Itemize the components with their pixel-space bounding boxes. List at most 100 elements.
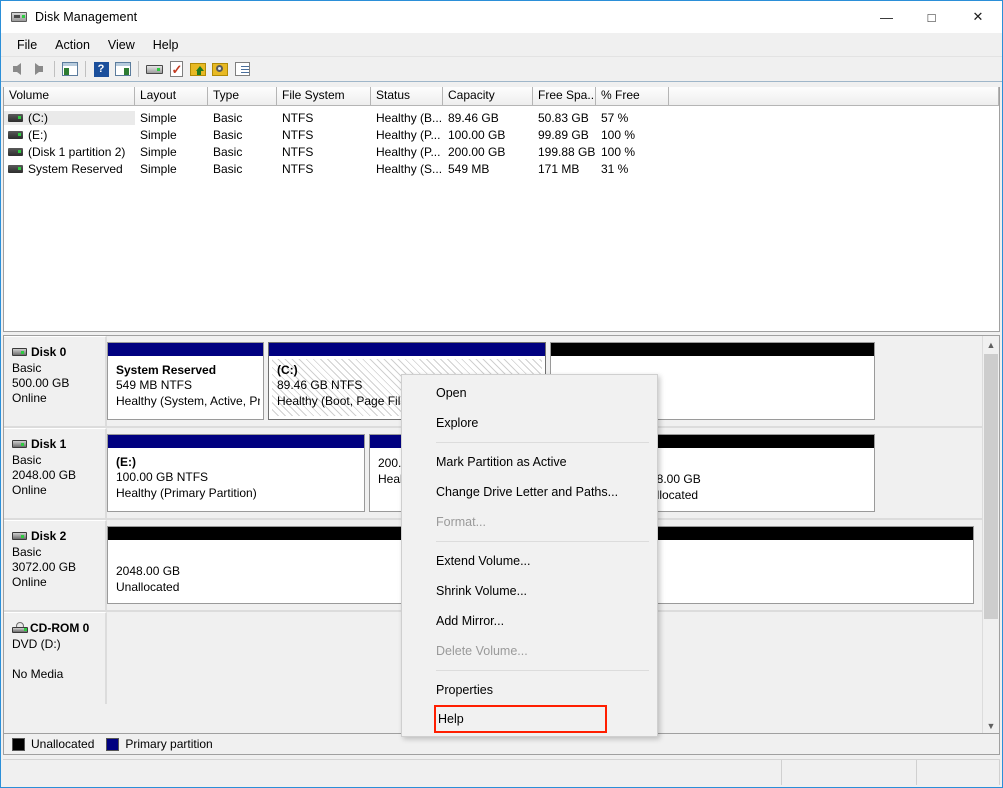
cell-volume[interactable]: (E:) xyxy=(4,128,135,142)
column-header-filler xyxy=(669,87,999,106)
context-menu-item-delete-volume: Delete Volume... xyxy=(436,644,528,658)
folder-up-icon[interactable] xyxy=(187,59,209,80)
disk-name-2: Disk 2 xyxy=(12,529,105,543)
context-menu-item-help[interactable]: Help xyxy=(434,705,607,733)
scrollbar-thumb[interactable] xyxy=(984,354,998,619)
cdrom-kind: DVD (D:) xyxy=(12,637,61,651)
window-title: Disk Management xyxy=(35,10,138,24)
disk-state-1: Online xyxy=(12,483,47,497)
partition-size: 100.00 GB NTFS xyxy=(116,470,209,484)
disk-label: Disk 1 xyxy=(31,437,67,451)
menu-bar: File Action View Help xyxy=(1,33,1002,57)
close-button[interactable]: ✕ xyxy=(954,1,1002,33)
cell-volume[interactable]: (C:) xyxy=(4,110,135,125)
back-arrow-icon[interactable] xyxy=(6,59,28,80)
menu-item-help[interactable]: Help xyxy=(144,36,188,54)
help-icon[interactable]: ? xyxy=(90,59,112,80)
cell-status: Healthy (B... xyxy=(376,110,443,125)
cell-capacity: 549 MB xyxy=(448,161,490,176)
legend-item-primary-partition: Primary partition xyxy=(106,737,213,751)
cell-capacity: 200.00 GB xyxy=(448,144,506,159)
toolbar-separator xyxy=(54,61,55,77)
maximize-button[interactable]: □ xyxy=(909,1,954,33)
minimize-button[interactable]: — xyxy=(864,1,909,33)
disk-size-1: 2048.00 GB xyxy=(12,468,77,482)
legend-label-unallocated: Unallocated xyxy=(31,737,95,751)
context-menu-separator xyxy=(436,670,649,671)
partition-bar xyxy=(108,435,364,448)
table-row[interactable]: System Reserved Simple Basic NTFS Health… xyxy=(4,160,999,177)
disk-info-cdrom[interactable]: CD-ROM 0 DVD (D:) No Media xyxy=(4,612,107,704)
hard-disk-icon xyxy=(12,440,27,448)
cell-volume[interactable]: (Disk 1 partition 2) xyxy=(4,145,135,159)
graphical-view-scrollbar[interactable]: ▲ ▼ xyxy=(982,336,999,734)
context-menu-item-mark-partition-as-active[interactable]: Mark Partition as Active xyxy=(402,447,657,477)
cell-percent-free: 100 % xyxy=(601,127,636,142)
context-menu-item-add-mirror[interactable]: Add Mirror... xyxy=(402,606,657,636)
toolbar-separator xyxy=(138,61,139,77)
context-menu-item-properties[interactable]: Properties xyxy=(402,675,657,705)
volume-list-pane: Volume Layout Type File System Status Ca… xyxy=(3,87,1000,332)
scroll-down-button[interactable]: ▼ xyxy=(983,717,999,734)
volume-icon xyxy=(8,113,23,122)
context-menu-item-explore[interactable]: Explore xyxy=(402,408,657,438)
context-menu-item-extend-volume[interactable]: Extend Volume... xyxy=(402,546,657,576)
context-menu-item-change-drive-letter-and-paths[interactable]: Change Drive Letter and Paths... xyxy=(402,477,657,507)
volume-icon xyxy=(8,147,23,156)
show-hide-console-tree-icon[interactable] xyxy=(112,59,134,80)
cell-type: Basic xyxy=(213,161,243,176)
disk-properties-icon[interactable] xyxy=(143,59,165,80)
cell-layout: Simple xyxy=(140,110,177,125)
table-row[interactable]: (Disk 1 partition 2) Simple Basic NTFS H… xyxy=(4,143,999,160)
partition-system-reserved[interactable]: System Reserved 549 MB NTFS Healthy (Sys… xyxy=(107,342,264,420)
context-menu-item-format: Format... xyxy=(436,515,487,529)
check-disk-icon[interactable]: ✓ xyxy=(165,59,187,80)
cell-capacity: 100.00 GB xyxy=(448,127,506,142)
disk-state-0: Online xyxy=(12,391,47,405)
scroll-up-button[interactable]: ▲ xyxy=(983,336,999,353)
context-menu-item-shrink-volume[interactable]: Shrink Volume... xyxy=(402,576,657,606)
partition-e-drive[interactable]: (E:) 100.00 GB NTFS Healthy (Primary Par… xyxy=(107,434,365,512)
column-header-file-system[interactable]: File System xyxy=(277,87,371,106)
menu-item-action[interactable]: Action xyxy=(46,36,99,54)
volume-list-header: Volume Layout Type File System Status Ca… xyxy=(4,87,999,106)
table-row[interactable]: (C:) Simple Basic NTFS Healthy (B... 89.… xyxy=(4,109,999,126)
disk-label: CD-ROM 0 xyxy=(30,621,90,635)
partition-bar xyxy=(551,343,874,356)
search-icon[interactable] xyxy=(209,59,231,80)
column-header-capacity[interactable]: Capacity xyxy=(443,87,533,106)
menu-item-file[interactable]: File xyxy=(8,36,46,54)
partition-bar xyxy=(108,343,263,356)
list-properties-icon[interactable] xyxy=(231,59,253,80)
volume-list-body: (C:) Simple Basic NTFS Healthy (B... 89.… xyxy=(4,106,999,177)
cell-percent-free: 31 % xyxy=(601,161,629,176)
disk-name-0: Disk 0 xyxy=(12,345,105,359)
legend-swatch-unallocated xyxy=(12,737,25,751)
column-header-volume[interactable]: Volume xyxy=(4,87,135,106)
column-header-layout[interactable]: Layout xyxy=(135,87,208,106)
context-menu-item-open[interactable]: Open xyxy=(402,378,657,408)
column-header-type[interactable]: Type xyxy=(208,87,277,106)
partition-body: 48.00 GB allocated xyxy=(645,451,871,508)
menu-item-view[interactable]: View xyxy=(99,36,144,54)
status-panel-2 xyxy=(782,760,917,785)
cell-volume-label: (E:) xyxy=(28,127,48,142)
column-header-free-space[interactable]: Free Spa... xyxy=(533,87,596,106)
partition-status: allocated xyxy=(650,488,699,502)
disk-info-2[interactable]: Disk 2 Basic 3072.00 GB Online xyxy=(4,520,107,610)
partition-size: 549 MB NTFS xyxy=(116,378,193,392)
disk-info-1[interactable]: Disk 1 Basic 2048.00 GB Online xyxy=(4,428,107,518)
disk-info-0[interactable]: Disk 0 Basic 500.00 GB Online xyxy=(4,336,107,426)
column-header-percent-free[interactable]: % Free xyxy=(596,87,669,106)
table-row[interactable]: (E:) Simple Basic NTFS Healthy (P... 100… xyxy=(4,126,999,143)
legend-item-unallocated: Unallocated xyxy=(12,737,94,751)
partition-body: (E:) 100.00 GB NTFS Healthy (Primary Par… xyxy=(111,451,361,508)
cell-status: Healthy (P... xyxy=(376,144,441,159)
cell-volume[interactable]: System Reserved xyxy=(4,162,135,176)
up-one-level-icon[interactable] xyxy=(59,59,81,80)
column-header-status[interactable]: Status xyxy=(371,87,443,106)
cdrom-state: No Media xyxy=(12,667,64,681)
partition-unallocated-disk1[interactable]: 48.00 GB allocated xyxy=(641,434,875,512)
partition-title: (E:) xyxy=(116,455,136,469)
forward-arrow-icon[interactable] xyxy=(28,59,50,80)
